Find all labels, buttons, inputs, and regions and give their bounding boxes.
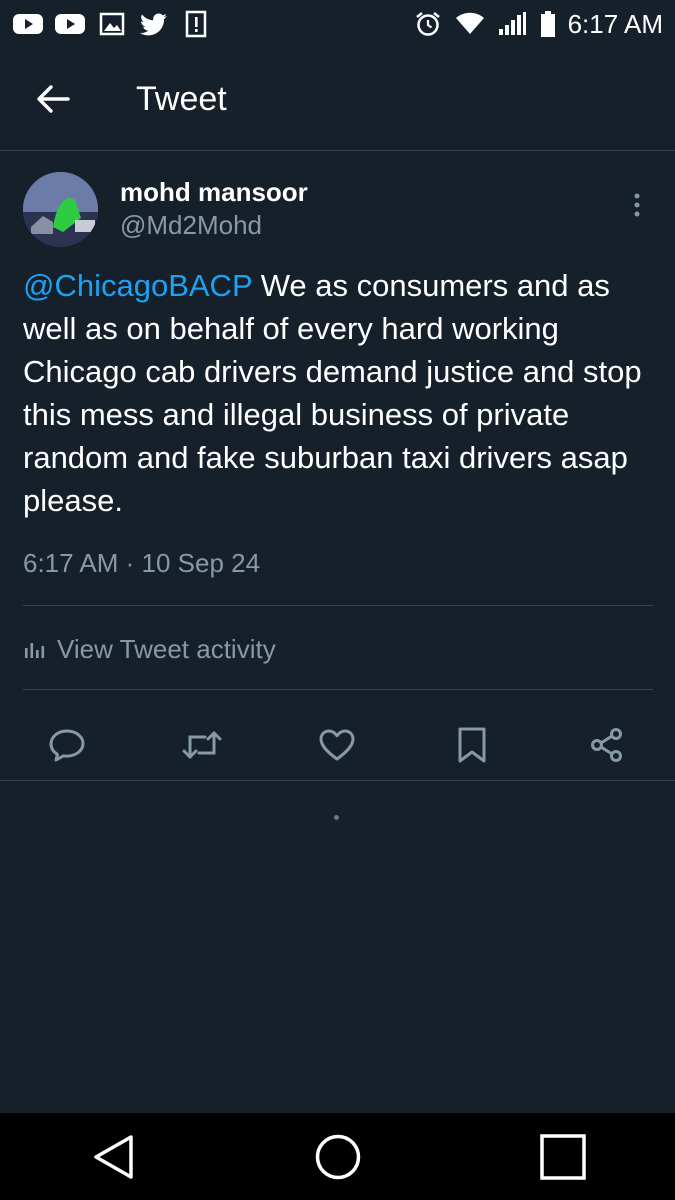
analytics-icon: [25, 643, 45, 658]
author-name[interactable]: mohd mansoor: [120, 177, 308, 208]
system-indicators: 6:17 AM: [412, 9, 663, 40]
nav-recents-button[interactable]: [523, 1117, 603, 1197]
alarm-icon: [412, 11, 444, 37]
clock: 6:17 AM: [567, 8, 663, 39]
divider: [23, 605, 653, 606]
app-bar: Tweet: [0, 48, 675, 151]
bookmark-icon: [458, 727, 486, 763]
tweet-actions: [0, 710, 675, 780]
signal-icon: [496, 11, 528, 37]
arrow-left-icon: [37, 85, 70, 113]
tweet-timestamp: 6:17 AM · 10 Sep 24: [23, 548, 261, 578]
reply-button[interactable]: [32, 710, 102, 780]
retweet-button[interactable]: [167, 710, 237, 780]
avatar[interactable]: [23, 172, 98, 247]
system-nav-bar: [0, 1113, 675, 1200]
alert-icon: [180, 10, 212, 38]
page-title: Tweet: [136, 79, 227, 118]
back-button[interactable]: [26, 72, 80, 126]
tweet-text: @ChicagoBACP We as consumers and as well…: [23, 264, 663, 522]
retweet-icon: [182, 731, 222, 759]
like-button[interactable]: [302, 710, 372, 780]
share-icon: [591, 728, 622, 762]
back-triangle-icon: [93, 1134, 133, 1179]
divider: [0, 780, 675, 781]
home-circle-icon: [315, 1134, 360, 1179]
recents-square-icon: [539, 1133, 586, 1180]
youtube-icon: [54, 11, 86, 37]
more-options-button[interactable]: [620, 188, 654, 222]
battery-icon: [538, 11, 558, 37]
nav-back-button[interactable]: [73, 1117, 153, 1197]
share-button[interactable]: [572, 710, 642, 780]
loading-indicator: [334, 815, 339, 820]
bookmark-button[interactable]: [437, 710, 507, 780]
nav-home-button[interactable]: [298, 1117, 378, 1197]
gallery-icon: [96, 11, 128, 37]
wifi-icon: [454, 11, 486, 37]
reply-icon: [49, 729, 85, 762]
youtube-icon: [12, 11, 44, 37]
heart-icon: [319, 729, 355, 761]
tweet-body: We as consumers and as well as on behalf…: [23, 268, 642, 518]
view-activity-button[interactable]: View Tweet activity: [23, 624, 276, 674]
author-handle[interactable]: @Md2Mohd: [120, 210, 262, 241]
mention-link[interactable]: @ChicagoBACP: [23, 268, 252, 303]
status-bar: 6:17 AM: [0, 0, 675, 48]
divider: [23, 689, 653, 690]
activity-label: View Tweet activity: [57, 633, 276, 664]
more-vertical-icon: [634, 193, 640, 217]
twitter-icon: [138, 11, 170, 37]
notification-icons: [12, 10, 212, 38]
